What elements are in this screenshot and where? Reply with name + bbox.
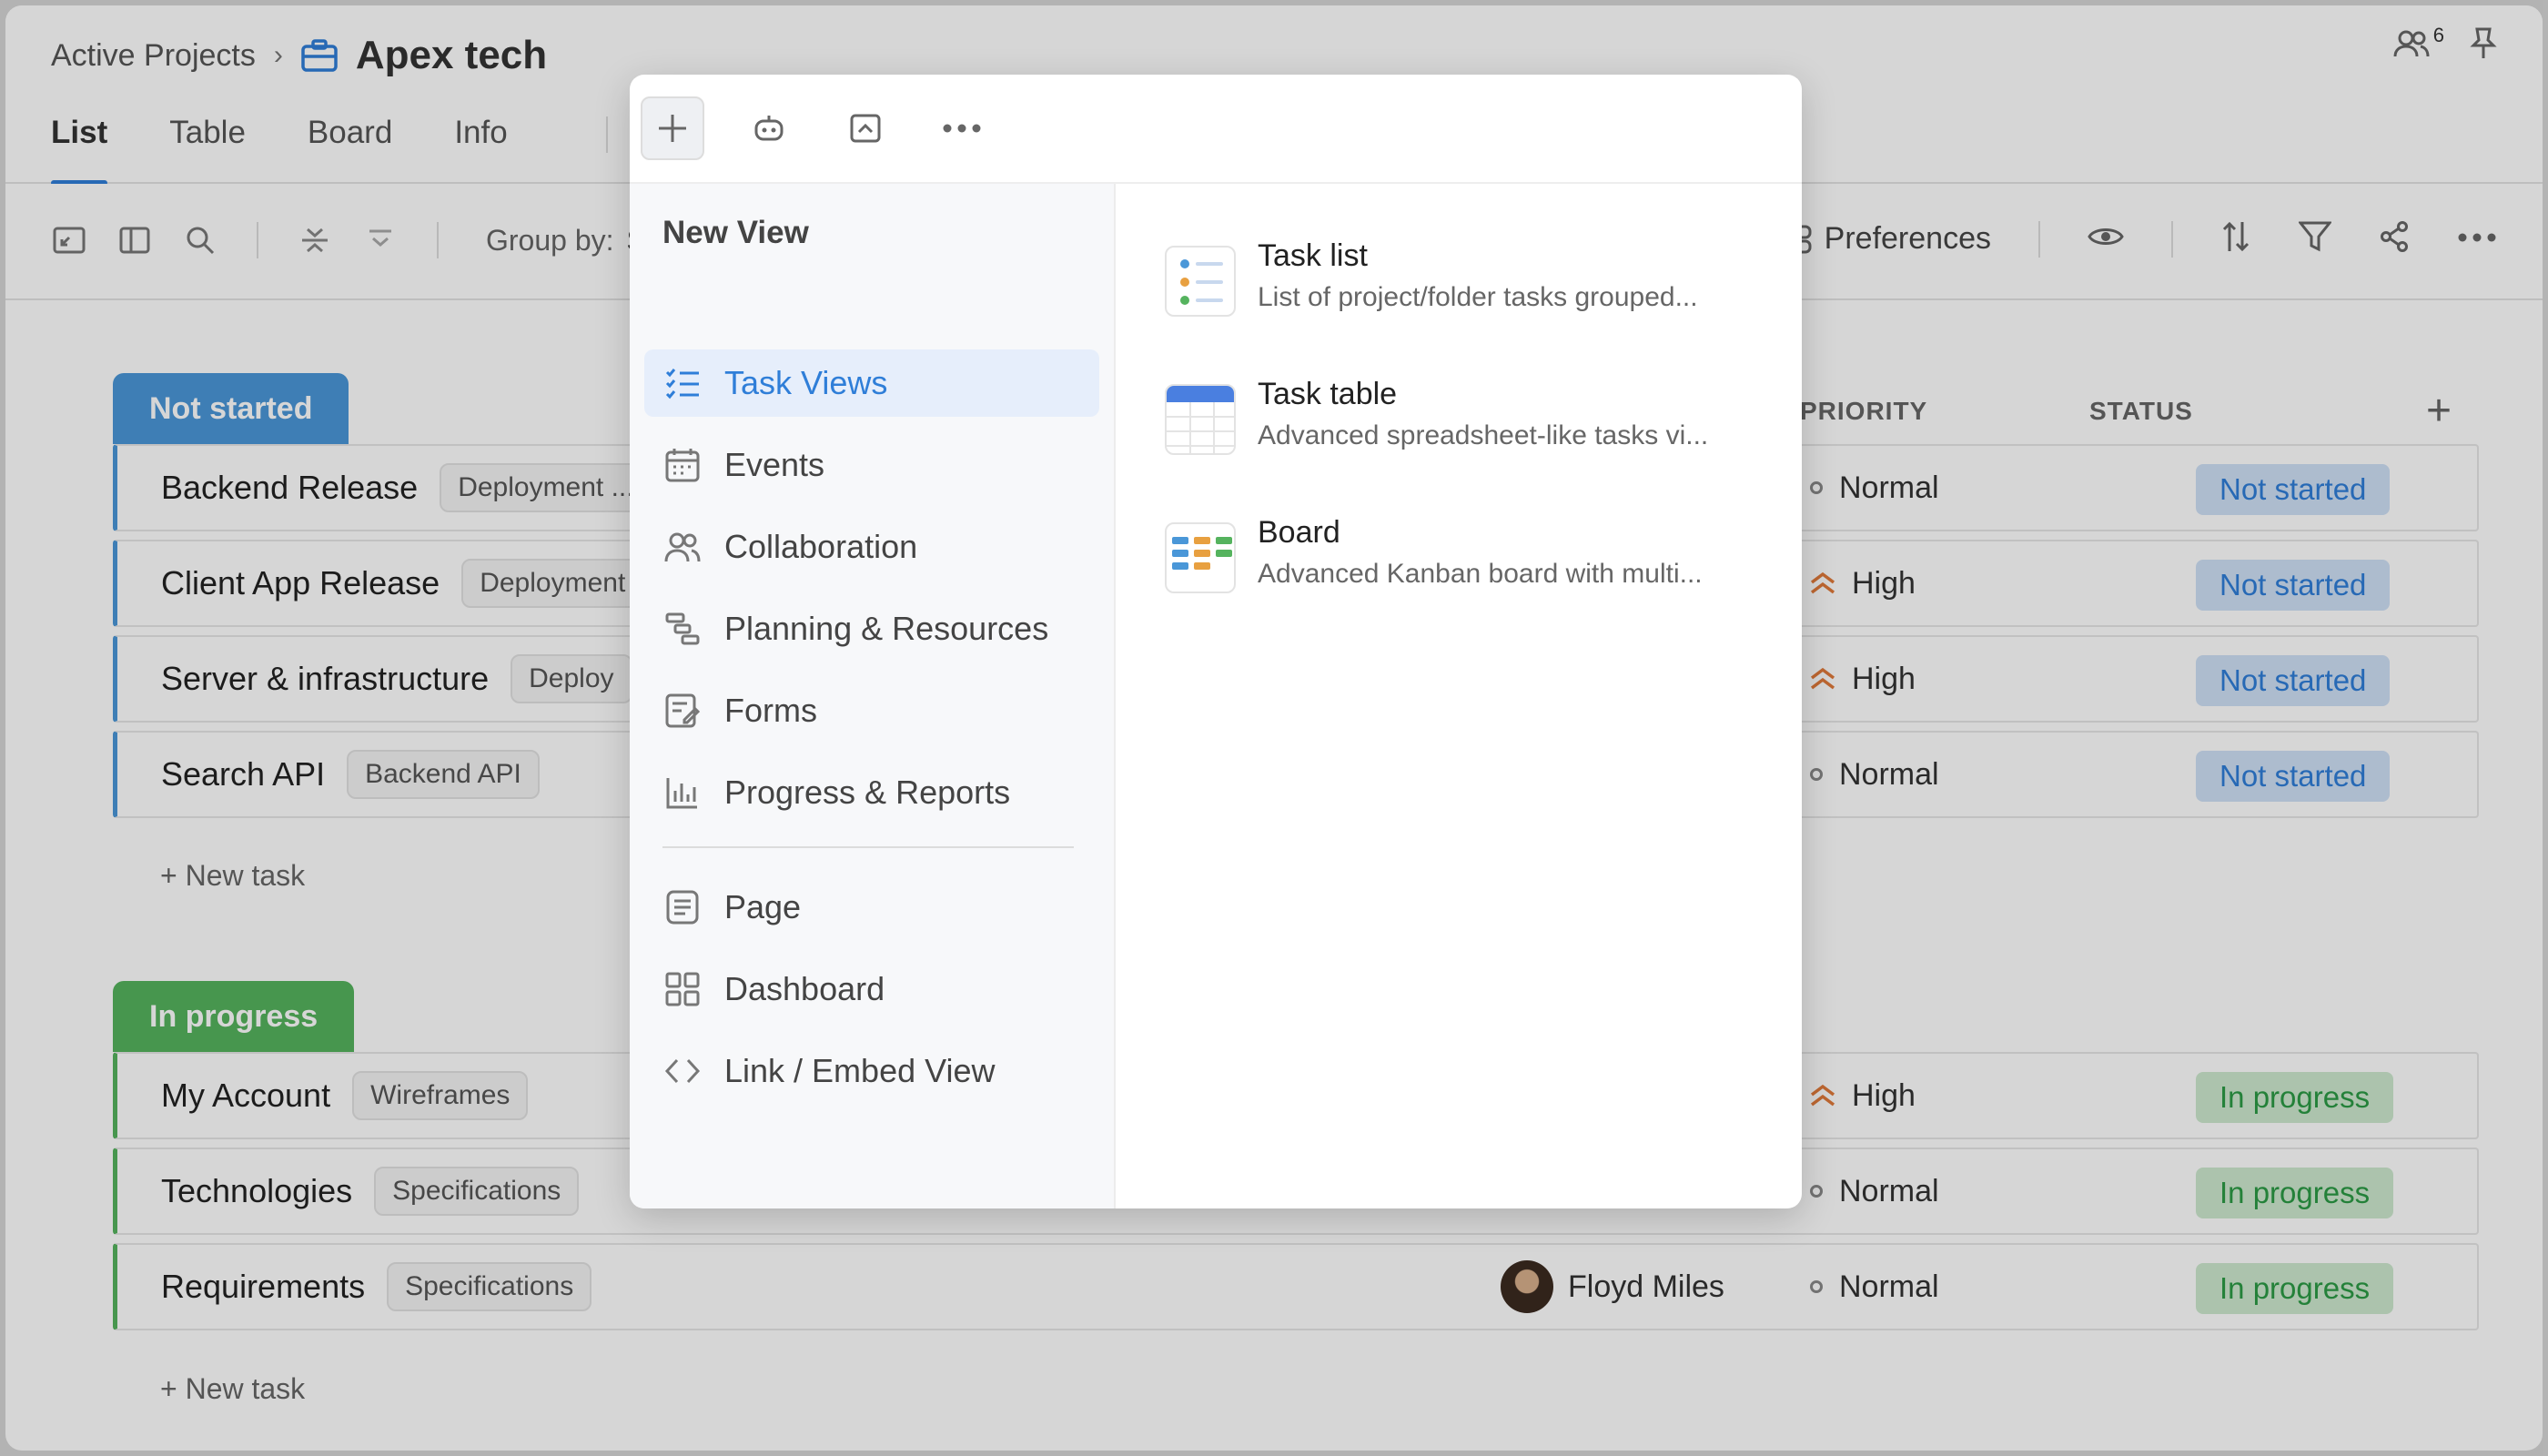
menu-item-dashboard[interactable]: Dashboard xyxy=(644,956,1099,1023)
menu-item-label: Forms xyxy=(724,692,817,729)
gantt-icon xyxy=(665,612,700,645)
menu-item-planning-resources[interactable]: Planning & Resources xyxy=(644,595,1099,662)
task-table-icon xyxy=(1165,384,1236,455)
view-option-task-list[interactable]: Task list List of project/folder tasks g… xyxy=(1165,231,1784,331)
dashboard-grid-icon xyxy=(665,972,700,1006)
users-icon xyxy=(664,532,701,562)
robot-icon xyxy=(754,116,784,141)
menu-item-events[interactable]: Events xyxy=(644,431,1099,499)
menu-title: New View xyxy=(662,215,809,250)
view-category-menu: New View Task Views Events Collaboration… xyxy=(630,184,1116,1208)
menu-item-label: Progress & Reports xyxy=(724,774,1011,811)
checklist-icon xyxy=(665,369,699,399)
view-title: Board xyxy=(1258,515,1340,550)
view-option-task-table[interactable]: Task table Advanced spreadsheet-like tas… xyxy=(1165,369,1784,470)
form-icon xyxy=(665,693,701,728)
menu-item-label: Page xyxy=(724,888,802,925)
view-description: Advanced Kanban board with multi... xyxy=(1258,559,1703,589)
plus-icon xyxy=(659,115,686,142)
task-list-icon xyxy=(1165,246,1236,317)
menu-item-task-views[interactable]: Task Views xyxy=(644,349,1099,417)
menu-item-label: Collaboration xyxy=(724,528,918,565)
view-description: Advanced spreadsheet-like tasks vi... xyxy=(1258,420,1709,450)
new-view-popup: New View Task Views Events Collaboration… xyxy=(630,75,1802,1208)
collapse-toolbar-button[interactable] xyxy=(834,96,897,160)
ai-assistant-button[interactable] xyxy=(737,96,801,160)
collapse-up-icon xyxy=(850,114,881,143)
view-option-board[interactable]: Board Advanced Kanban board with multi..… xyxy=(1165,508,1784,608)
menu-item-label: Planning & Resources xyxy=(724,610,1049,647)
more-horizontal-icon xyxy=(943,124,981,133)
menu-item-page[interactable]: Page xyxy=(644,874,1099,941)
add-view-button[interactable] xyxy=(641,96,704,160)
menu-item-collaboration[interactable]: Collaboration xyxy=(644,513,1099,581)
menu-item-link-embed-view[interactable]: Link / Embed View xyxy=(644,1037,1099,1105)
menu-item-label: Dashboard xyxy=(724,970,885,1007)
calendar-icon xyxy=(665,449,700,482)
bar-chart-icon xyxy=(666,778,697,809)
view-description: List of project/folder tasks grouped... xyxy=(1258,282,1698,312)
page-icon xyxy=(666,890,699,925)
menu-item-forms[interactable]: Forms xyxy=(644,677,1099,744)
menu-item-label: Link / Embed View xyxy=(724,1052,996,1089)
menu-item-label: Task Views xyxy=(724,364,888,401)
menu-separator xyxy=(662,846,1074,848)
menu-item-progress-reports[interactable]: Progress & Reports xyxy=(644,759,1099,826)
popup-toolbar xyxy=(630,75,1802,184)
board-icon xyxy=(1165,522,1236,593)
view-title: Task list xyxy=(1258,238,1368,273)
view-title: Task table xyxy=(1258,377,1398,411)
code-embed-icon xyxy=(664,1058,701,1084)
menu-item-label: Events xyxy=(724,446,825,483)
more-options-button[interactable] xyxy=(930,96,994,160)
